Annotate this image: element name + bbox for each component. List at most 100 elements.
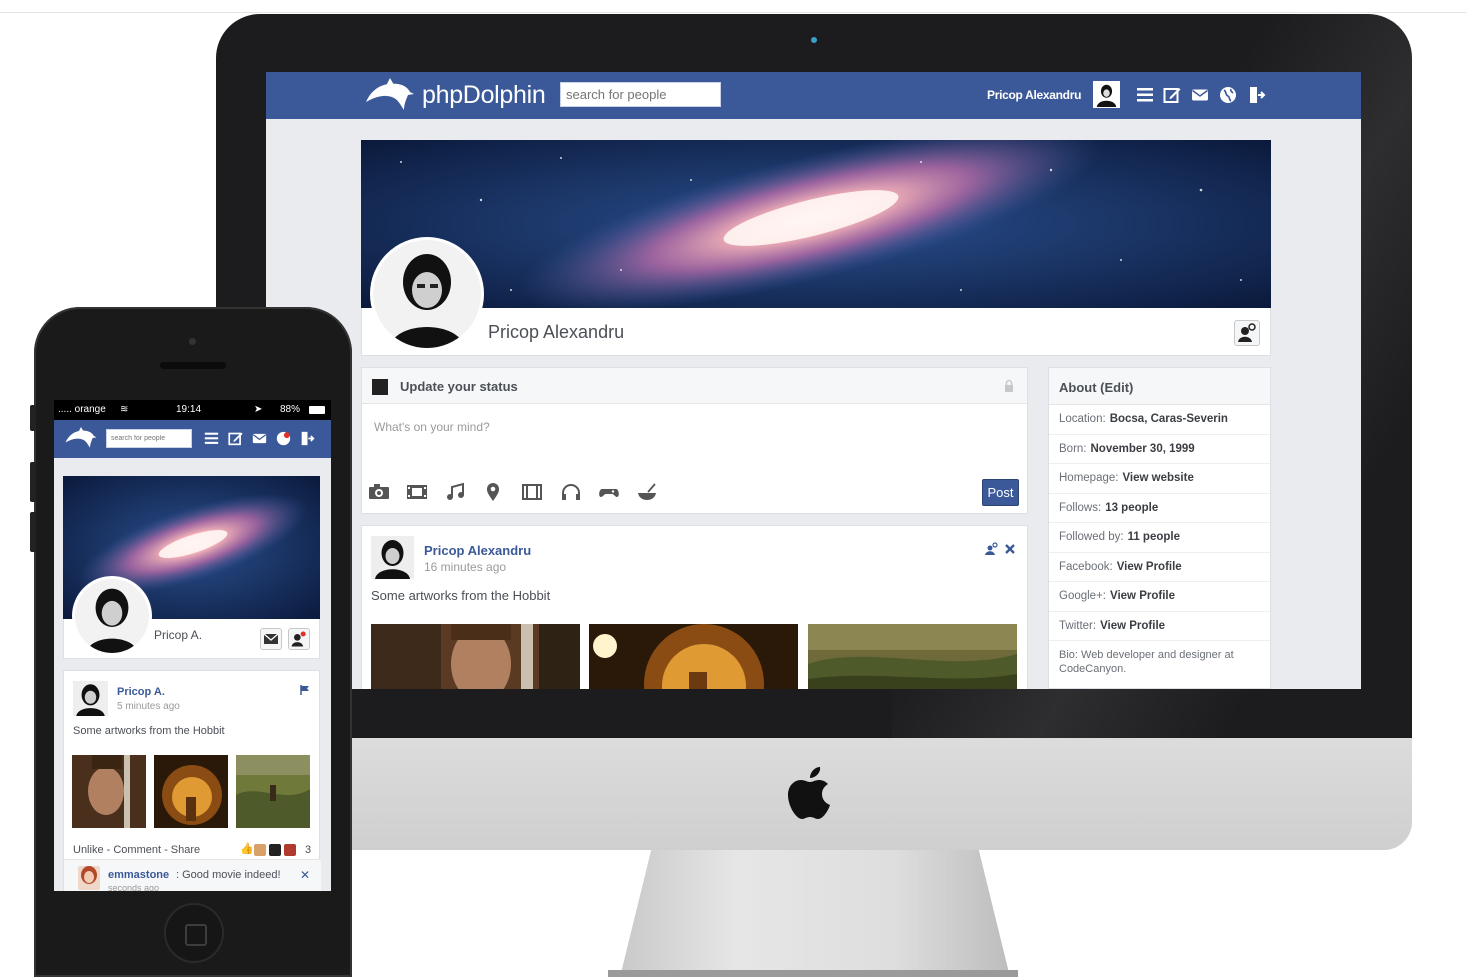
message-button[interactable]	[260, 628, 282, 650]
post-text: Some artworks from the Hobbit	[371, 588, 551, 603]
status-composer: Update your status What's on your mind? …	[361, 367, 1028, 514]
menu-icon[interactable]	[204, 431, 219, 446]
mobile-search-input[interactable]	[106, 429, 192, 448]
globe-icon[interactable]	[276, 431, 291, 446]
about-panel: About (Edit) Location: Bocsa, Caras-Sever…	[1048, 367, 1271, 689]
brand-name[interactable]: phpDolphin	[422, 81, 546, 110]
about-label: Facebook:	[1059, 560, 1113, 573]
apple-logo-icon	[788, 767, 830, 819]
product-mockup: phpDolphin Pricop Alexandru	[0, 0, 1466, 977]
location-icon[interactable]	[482, 482, 504, 502]
about-label: Born:	[1059, 442, 1087, 455]
close-icon[interactable]	[1003, 542, 1017, 556]
post-timestamp[interactable]: 5 minutes ago	[117, 701, 180, 712]
divider	[0, 12, 1466, 13]
share-user-icon[interactable]	[984, 542, 998, 556]
logout-icon[interactable]	[300, 431, 315, 446]
mobile-profile-avatar[interactable]	[72, 576, 152, 656]
dolphin-logo-icon[interactable]	[64, 427, 98, 449]
camera-icon[interactable]	[368, 482, 390, 502]
post-image[interactable]	[808, 624, 1017, 689]
headphones-icon[interactable]	[560, 482, 582, 502]
commenter-name[interactable]: emmastone	[108, 869, 169, 881]
post-image[interactable]	[371, 624, 580, 689]
like-count: 3	[305, 844, 312, 856]
flag-icon[interactable]	[300, 685, 310, 695]
film-icon[interactable]	[406, 482, 428, 502]
lock-icon[interactable]	[1004, 379, 1014, 393]
mobile-screen: ..... orange ≋ 19:14 ➤ 88% search for pe…	[54, 400, 331, 891]
menu-icon[interactable]	[1136, 86, 1154, 104]
globe-icon[interactable]	[1219, 86, 1237, 104]
status-input[interactable]: What's on your mind?	[374, 420, 490, 434]
twitter-link[interactable]: View Profile	[1100, 620, 1165, 632]
gamepad-icon[interactable]	[598, 482, 620, 502]
profile-name: Pricop Alexandru	[488, 322, 625, 342]
liker-avatar[interactable]	[254, 844, 266, 856]
about-label: Follows:	[1059, 501, 1102, 514]
follows-link[interactable]: 13 people	[1105, 502, 1158, 514]
post-image[interactable]	[236, 755, 310, 828]
mobile-profile-name: Pricop A.	[154, 628, 203, 642]
food-icon[interactable]	[636, 482, 658, 502]
comment: emmastone : Good movie indeed! seconds a…	[64, 859, 321, 891]
edit-icon[interactable]	[1163, 86, 1181, 104]
imac-stand	[620, 850, 1010, 977]
add-user-icon	[1238, 323, 1256, 342]
like-icon: 👍	[240, 843, 254, 855]
commenter-avatar[interactable]	[78, 866, 100, 890]
cover-photo	[361, 140, 1271, 308]
post-actions[interactable]: Unlike - Comment - Share	[73, 844, 200, 856]
music-icon[interactable]	[445, 482, 467, 502]
post-image[interactable]	[589, 624, 798, 689]
post-image[interactable]	[72, 755, 146, 828]
liker-avatar[interactable]	[269, 844, 281, 856]
google-plus-link[interactable]: View Profile	[1110, 590, 1175, 602]
liker-avatar[interactable]	[284, 844, 296, 856]
nav-avatar[interactable]	[1093, 81, 1120, 108]
add-friend-button[interactable]	[1234, 320, 1260, 346]
home-button[interactable]	[164, 903, 224, 963]
carrier-label: ..... orange	[58, 404, 106, 415]
logout-icon[interactable]	[1248, 86, 1266, 104]
post-author-avatar[interactable]	[371, 536, 414, 579]
facebook-link[interactable]: View Profile	[1117, 561, 1182, 573]
about-label: Twitter:	[1059, 619, 1097, 632]
phone-status-bar: ..... orange ≋ 19:14 ➤ 88%	[54, 400, 331, 420]
add-user-icon	[291, 631, 306, 647]
battery-icon	[309, 406, 325, 414]
mobile-feed-post: Pricop A. 5 minutes ago Some artworks fr…	[63, 670, 321, 891]
nav-username[interactable]: Pricop Alexandru	[987, 88, 1081, 102]
phone-camera	[189, 338, 196, 345]
post-image[interactable]	[154, 755, 228, 828]
desktop-screen: phpDolphin Pricop Alexandru	[266, 72, 1361, 689]
profile-avatar[interactable]	[370, 237, 484, 351]
followed-by-link[interactable]: 11 people	[1128, 531, 1180, 543]
dolphin-logo-icon[interactable]	[364, 78, 416, 112]
post-author-link[interactable]: Pricop A.	[117, 686, 165, 698]
status-title: Update your status	[400, 379, 518, 394]
about-row: Follows: 13 people	[1049, 494, 1270, 523]
about-row: Homepage: View website	[1049, 464, 1270, 494]
about-title[interactable]: About (Edit)	[1049, 368, 1270, 405]
post-author-link[interactable]: Pricop Alexandru	[424, 543, 531, 558]
mobile-add-friend-button[interactable]	[288, 628, 310, 650]
feed-post: Pricop Alexandru 16 minutes ago Some art…	[361, 525, 1028, 689]
clock: 19:14	[176, 404, 202, 415]
about-row: Google+: View Profile	[1049, 582, 1270, 612]
imac-stand-base	[608, 970, 1018, 977]
search-input[interactable]	[560, 82, 721, 107]
homepage-link[interactable]: View website	[1122, 472, 1193, 484]
post-button[interactable]: Post	[982, 479, 1019, 506]
post-author-avatar[interactable]	[73, 681, 108, 716]
edit-icon[interactable]	[228, 431, 243, 446]
post-timestamp[interactable]: 16 minutes ago	[424, 560, 506, 574]
imac-camera	[811, 37, 817, 43]
movie-icon[interactable]	[521, 482, 543, 502]
mail-icon	[263, 633, 279, 644]
close-icon[interactable]: ✕	[300, 868, 310, 882]
mail-icon[interactable]	[1191, 86, 1209, 104]
mail-icon[interactable]	[252, 431, 267, 446]
about-bio: Bio: Web developer and designer at CodeC…	[1059, 649, 1234, 675]
phone-speaker	[160, 362, 226, 369]
